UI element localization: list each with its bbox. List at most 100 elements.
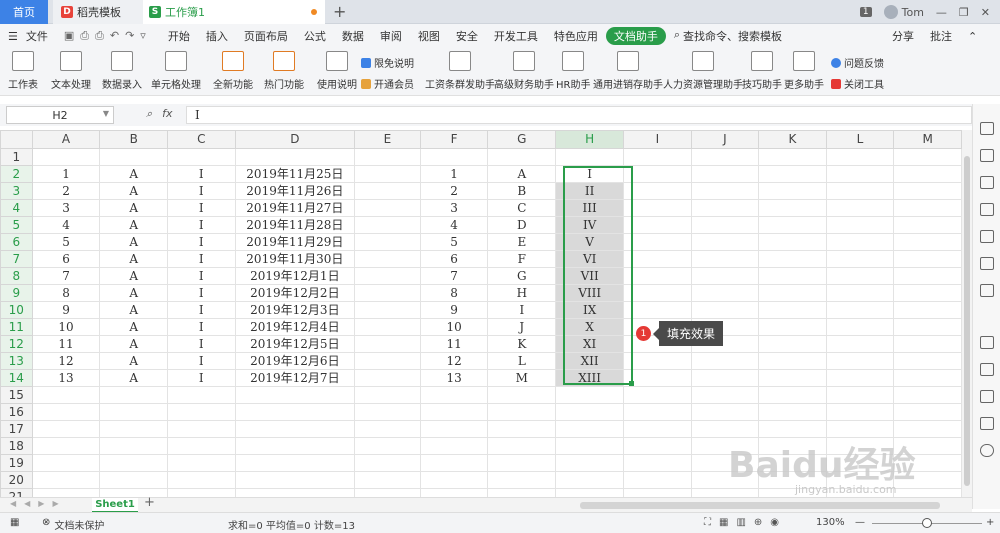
cell-f13[interactable]: 12: [419, 352, 489, 370]
cell-e19[interactable]: [354, 454, 421, 472]
download-icon[interactable]: [980, 444, 994, 457]
btn-feedback[interactable]: 问题反馈: [831, 55, 884, 70]
cell-i8[interactable]: [623, 267, 692, 285]
btn-inventory[interactable]: 通用进销存助手: [593, 51, 663, 91]
cell-d17[interactable]: [234, 420, 356, 438]
menu-special[interactable]: 特色应用: [546, 28, 606, 44]
shapes-icon[interactable]: [980, 149, 994, 162]
cell-g8[interactable]: G: [487, 267, 557, 285]
cell-c4[interactable]: I: [167, 199, 236, 217]
cell-b4[interactable]: A: [99, 199, 168, 217]
cell-l15[interactable]: [825, 386, 895, 404]
cell-k8[interactable]: [758, 267, 827, 285]
cell-k6[interactable]: [758, 233, 827, 251]
cell-h6[interactable]: V: [555, 233, 625, 251]
cell-g16[interactable]: [487, 403, 557, 421]
btn-payroll[interactable]: 工资条群发助手: [425, 51, 495, 91]
cell-c13[interactable]: I: [167, 352, 236, 370]
cell-e11[interactable]: [354, 318, 421, 336]
column-header-k[interactable]: K: [758, 130, 827, 149]
cell-m17[interactable]: [893, 420, 962, 438]
row-header[interactable]: 13: [0, 352, 33, 370]
cell-c6[interactable]: I: [167, 233, 236, 251]
cell-j2[interactable]: [690, 165, 760, 183]
cell-m14[interactable]: [893, 369, 962, 387]
cell-c5[interactable]: I: [167, 216, 236, 234]
cell-b12[interactable]: A: [99, 335, 168, 353]
cell-l7[interactable]: [825, 250, 895, 268]
cell-f4[interactable]: 3: [419, 199, 489, 217]
zoom-level[interactable]: 130%: [816, 517, 845, 528]
row-header[interactable]: 15: [0, 386, 33, 404]
restore-icon[interactable]: ❐: [959, 6, 969, 19]
share-icon[interactable]: [980, 363, 994, 376]
cell-h14[interactable]: XIII: [555, 369, 625, 387]
cell-a14[interactable]: 13: [31, 369, 101, 387]
cell-g3[interactable]: B: [487, 182, 557, 200]
menu-doc-assistant[interactable]: 文档助手: [605, 27, 666, 45]
cell-l14[interactable]: [825, 369, 895, 387]
cell-k17[interactable]: [758, 420, 827, 438]
cell-a13[interactable]: 12: [31, 352, 101, 370]
cell-g6[interactable]: E: [487, 233, 557, 251]
cell-i13[interactable]: [623, 352, 692, 370]
fill-handle[interactable]: [629, 381, 634, 386]
cell-b20[interactable]: [99, 471, 168, 489]
cell-g12[interactable]: K: [487, 335, 557, 353]
zoom-out-icon[interactable]: —: [855, 517, 865, 528]
cell-j9[interactable]: [690, 284, 760, 302]
cell-a18[interactable]: [31, 437, 101, 455]
cell-h18[interactable]: [555, 437, 625, 455]
cell-b8[interactable]: A: [99, 267, 168, 285]
cell-a10[interactable]: 9: [31, 301, 101, 319]
cell-g2[interactable]: A: [487, 165, 557, 183]
cell-j5[interactable]: [690, 216, 760, 234]
user-account[interactable]: Tom: [883, 5, 924, 19]
btn-more[interactable]: 更多助手: [784, 51, 824, 91]
btn-worksheet[interactable]: 工作表: [8, 51, 38, 91]
cell-m12[interactable]: [893, 335, 962, 353]
cell-b11[interactable]: A: [99, 318, 168, 336]
cell-e16[interactable]: [354, 403, 421, 421]
cell-d4[interactable]: 2019年11月27日: [234, 199, 356, 217]
cell-m4[interactable]: [893, 199, 962, 217]
cell-c10[interactable]: I: [167, 301, 236, 319]
cell-a6[interactable]: 5: [31, 233, 101, 251]
cell-h7[interactable]: VI: [555, 250, 625, 268]
btn-text-process[interactable]: 文本处理: [51, 51, 91, 91]
btn-free-info[interactable]: 限免说明: [361, 55, 414, 70]
row-header[interactable]: 12: [0, 335, 33, 353]
cell-e20[interactable]: [354, 471, 421, 489]
cell-m3[interactable]: [893, 182, 962, 200]
menu-file[interactable]: 文件: [26, 28, 56, 44]
column-header-g[interactable]: G: [487, 130, 557, 149]
cell-k2[interactable]: [758, 165, 827, 183]
cell-k14[interactable]: [758, 369, 827, 387]
btn-hr[interactable]: HR助手: [556, 51, 590, 91]
menu-developer[interactable]: 开发工具: [486, 28, 546, 44]
cell-e15[interactable]: [354, 386, 421, 404]
cell-i1[interactable]: [623, 148, 692, 166]
minimize-icon[interactable]: —: [936, 6, 947, 19]
cell-f5[interactable]: 4: [419, 216, 489, 234]
cell-b10[interactable]: A: [99, 301, 168, 319]
btn-hr-manage[interactable]: 人力资源管理助手: [663, 51, 743, 91]
cell-a1[interactable]: [31, 148, 101, 166]
cell-c19[interactable]: [167, 454, 236, 472]
row-header[interactable]: 9: [0, 284, 33, 302]
cell-e10[interactable]: [354, 301, 421, 319]
cell-k12[interactable]: [758, 335, 827, 353]
settings-icon[interactable]: [980, 284, 994, 297]
tab-home[interactable]: 首页: [0, 0, 48, 24]
btn-open-vip[interactable]: 开通会员: [361, 76, 414, 91]
cell-i5[interactable]: [623, 216, 692, 234]
zoom-slider-knob[interactable]: [922, 518, 932, 528]
cell-g13[interactable]: L: [487, 352, 557, 370]
cell-i4[interactable]: [623, 199, 692, 217]
cell-i6[interactable]: [623, 233, 692, 251]
cell-m11[interactable]: [893, 318, 962, 336]
cell-f12[interactable]: 11: [419, 335, 489, 353]
cell-d11[interactable]: 2019年12月4日: [234, 318, 356, 336]
cell-e4[interactable]: [354, 199, 421, 217]
vertical-scroll-thumb[interactable]: [964, 156, 970, 486]
